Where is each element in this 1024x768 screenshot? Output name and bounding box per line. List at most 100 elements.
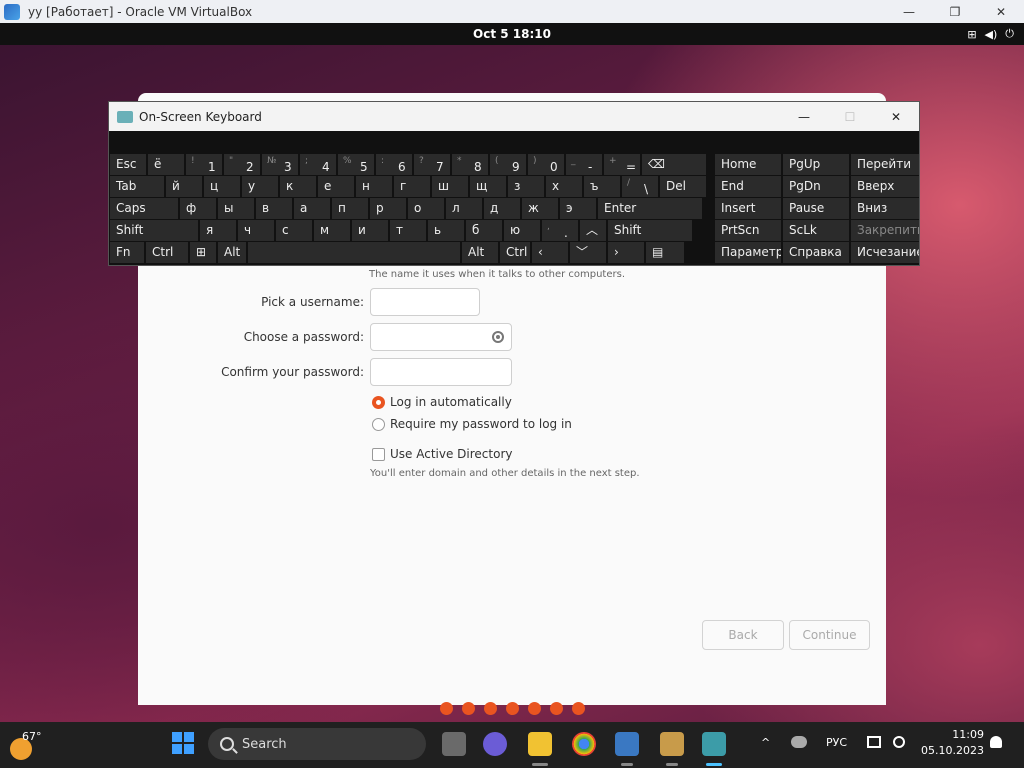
password-input[interactable] [370,323,512,351]
nav-key-4-0[interactable]: Параметры [715,242,781,263]
key-row5-3[interactable]: Alt [218,242,246,263]
key-row4-3[interactable]: с [276,220,312,241]
nav-key-3-2[interactable]: Закрепить [851,220,919,241]
key-row5-4[interactable] [248,242,460,263]
key-row4-5[interactable]: и [352,220,388,241]
tray-overflow-icon[interactable]: ^ [761,736,770,749]
nav-key-0-1[interactable]: PgUp [783,154,849,175]
key-row5-0[interactable]: Fn [110,242,144,263]
key-row3-8[interactable]: л [446,198,482,219]
key-row4-0[interactable]: Shift [110,220,198,241]
key-row5-7[interactable]: ‹ [532,242,568,263]
confirm-password-input[interactable] [370,358,512,386]
key-row2-11[interactable]: х [546,176,582,197]
nav-key-1-1[interactable]: PgDn [783,176,849,197]
key-row4-12[interactable]: Shift [608,220,692,241]
nav-key-2-2[interactable]: Вниз [851,198,919,219]
continue-button[interactable]: Continue [789,620,870,650]
osk-close-button[interactable]: ✕ [873,102,919,131]
task-view-icon[interactable] [442,732,466,756]
key-row3-0[interactable]: Caps [110,198,178,219]
key-row4-11[interactable]: ︿ [580,220,606,241]
key-row2-4[interactable]: к [280,176,316,197]
restore-button[interactable]: ❐ [932,0,978,23]
key-row1-11[interactable]: ) 0 [528,154,564,175]
key-row1-8[interactable]: ? 7 [414,154,450,175]
key-row1-5[interactable]: ; 4 [300,154,336,175]
osk-taskbar-icon[interactable] [702,732,726,756]
key-row3-6[interactable]: р [370,198,406,219]
key-row3-12[interactable]: Enter [598,198,702,219]
key-row4-6[interactable]: т [390,220,426,241]
key-row5-8[interactable]: ﹀ [570,242,606,263]
key-row1-1[interactable]: ё [148,154,184,175]
nav-key-4-1[interactable]: Справка [783,242,849,263]
chat-icon[interactable] [483,732,507,756]
nav-key-3-1[interactable]: ScLk [783,220,849,241]
key-row3-11[interactable]: э [560,198,596,219]
key-row3-9[interactable]: д [484,198,520,219]
key-row2-13[interactable]: / \ [622,176,658,197]
search-box[interactable]: Search [208,728,426,760]
key-row5-1[interactable]: Ctrl [146,242,188,263]
nav-key-2-1[interactable]: Pause [783,198,849,219]
radio-selected-icon[interactable] [372,395,385,409]
key-row4-2[interactable]: ч [238,220,274,241]
key-row1-10[interactable]: (9 [490,154,526,175]
checkbox-icon[interactable] [372,447,385,461]
login-automatically-option[interactable]: Log in automatically [372,395,512,409]
nav-key-1-2[interactable]: Вверх [851,176,919,197]
key-row3-5[interactable]: п [332,198,368,219]
key-row1-9[interactable]: * 8 [452,154,488,175]
key-row3-3[interactable]: в [256,198,292,219]
volume-muted-icon[interactable] [893,736,905,748]
clock[interactable]: Oct 5 18:10 [473,27,551,41]
key-row3-1[interactable]: ф [180,198,216,219]
file-explorer-icon[interactable] [528,732,552,756]
radio-unselected-icon[interactable] [372,417,385,431]
key-row2-9[interactable]: щ [470,176,506,197]
key-row2-2[interactable]: ц [204,176,240,197]
nav-key-1-0[interactable]: End [715,176,781,197]
key-row2-8[interactable]: ш [432,176,468,197]
start-button[interactable] [172,732,194,754]
key-row1-7[interactable]: :6 [376,154,412,175]
nav-key-4-2[interactable]: Исчезание [851,242,919,263]
key-row2-6[interactable]: н [356,176,392,197]
key-row2-0[interactable]: Tab [110,176,164,197]
key-row1-2[interactable]: ! 1 [186,154,222,175]
key-row1-3[interactable]: " 2 [224,154,260,175]
key-row2-5[interactable]: е [318,176,354,197]
network-tray-icon[interactable] [867,736,881,748]
key-row5-10[interactable]: ▤ [646,242,684,263]
key-row1-13[interactable]: + = [604,154,640,175]
key-row5-5[interactable]: Alt [462,242,498,263]
key-row4-7[interactable]: ь [428,220,464,241]
key-row5-6[interactable]: Ctrl [500,242,530,263]
key-row1-14[interactable]: ⌫ [642,154,706,175]
key-row4-4[interactable]: м [314,220,350,241]
key-row4-9[interactable]: ю [504,220,540,241]
back-button[interactable]: Back [702,620,784,650]
key-row5-9[interactable]: › [608,242,644,263]
taskbar-clock[interactable]: 11:09 05.10.2023 [921,727,984,759]
key-row1-0[interactable]: Esc [110,154,146,175]
nav-key-0-2[interactable]: Перейти [851,154,919,175]
key-row5-2[interactable]: ⊞ [190,242,216,263]
nav-key-3-0[interactable]: PrtScn [715,220,781,241]
key-row1-4[interactable]: № 3 [262,154,298,175]
chrome-icon[interactable] [572,732,596,756]
key-row4-1[interactable]: я [200,220,236,241]
notepad-icon[interactable] [660,732,684,756]
key-row2-7[interactable]: г [394,176,430,197]
key-row2-3[interactable]: у [242,176,278,197]
nav-key-2-0[interactable]: Insert [715,198,781,219]
weather-widget[interactable]: 67° [10,730,50,760]
key-row2-14[interactable]: Del [660,176,706,197]
key-row1-12[interactable]: _ - [566,154,602,175]
key-row3-7[interactable]: о [408,198,444,219]
system-menu[interactable]: ⊞ ◀) ⏻ [967,23,1014,45]
virtualbox-taskbar-icon[interactable] [615,732,639,756]
osk-minimize-button[interactable]: — [781,102,827,131]
minimize-button[interactable]: — [886,0,932,23]
